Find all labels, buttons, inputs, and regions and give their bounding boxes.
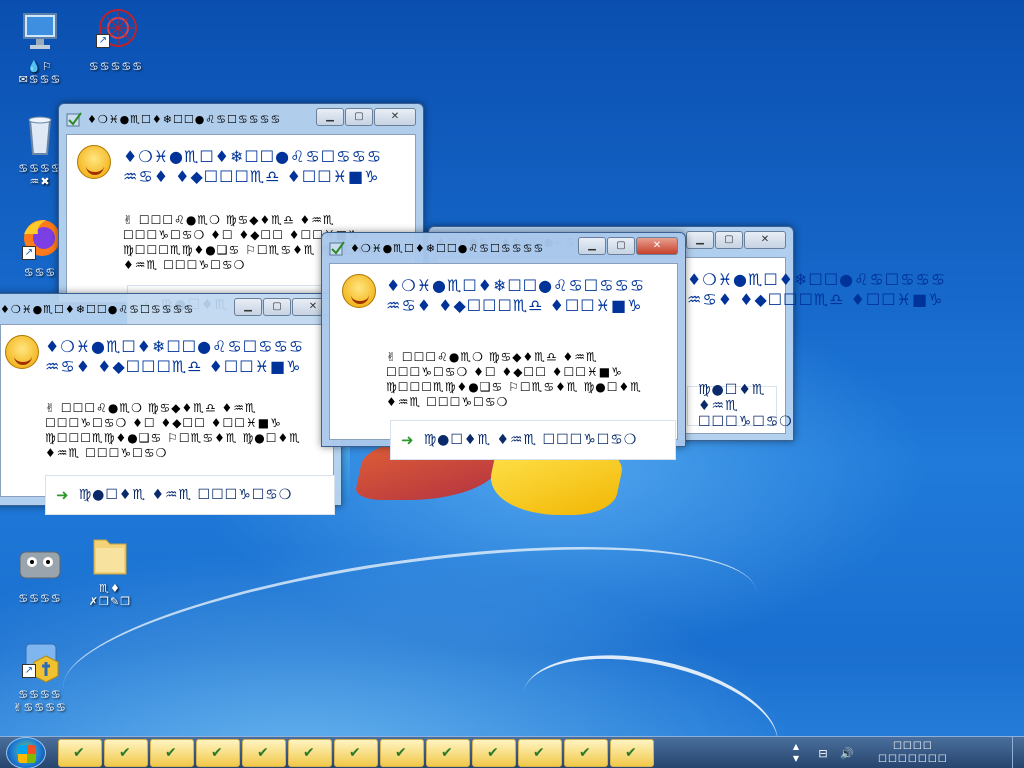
taskbar-window-button[interactable] bbox=[610, 739, 654, 767]
volume-icon[interactable]: 🔊 bbox=[838, 747, 856, 760]
taskbar-window-button[interactable] bbox=[380, 739, 424, 767]
taskbar-window-button[interactable] bbox=[150, 739, 194, 767]
window-title: ♦❍♓●♏☐♦❄☐☐●♌♋☐♋♋♋♋ bbox=[350, 241, 545, 255]
desktop-icon-robot[interactable]: ♋♋♋♋ bbox=[0, 540, 80, 605]
maximize-button[interactable]: ▢ bbox=[345, 108, 373, 126]
emoticon-icon bbox=[77, 145, 111, 179]
desktop-icon-control-panel[interactable]: ↗ ♋♋♋♋ ✌♋♋♋♋ bbox=[0, 636, 80, 714]
taskbar-window-button[interactable] bbox=[472, 739, 516, 767]
close-program-command-link[interactable]: ➜♍●☐♦♏ ♦♒♏ ☐☐☐♑☐♋❍ bbox=[45, 475, 335, 515]
taskbar-window-button[interactable] bbox=[426, 739, 470, 767]
close-program-command-link[interactable]: ♍●☐♦♏ ♦♒♏ ☐☐☐♑☐♋❍ bbox=[687, 382, 792, 430]
close-button[interactable]: ✕ bbox=[374, 108, 416, 126]
maximize-button[interactable]: ▢ bbox=[263, 298, 291, 316]
taskbar-scroll[interactable]: ▲ ▼ bbox=[790, 741, 802, 765]
taskbar-buttons bbox=[58, 739, 656, 767]
dialog-heading: ♦❍♓●♏☐♦❄☐☐●♌♋☐♋♋♋ ♒♋♦ ♦◆☐☐☐♏♎ ♦☐☐♓■♑ bbox=[123, 147, 383, 186]
error-dialog-window-active[interactable]: ♦❍♓●♏☐♦❄☐☐●♌♋☐♋♋♋♋ ▁ ▢ ✕ ♦❍♓●♏☐♦❄☐☐●♌♋☐♋… bbox=[321, 232, 686, 460]
taskbar-window-button[interactable] bbox=[334, 739, 378, 767]
clock[interactable]: ☐☐☐☐ ☐☐☐☐☐☐☐ bbox=[878, 740, 948, 766]
close-program-command-link[interactable]: ➜♍●☐♦♏ ♦♒♏ ☐☐☐♑☐♋❍ bbox=[390, 420, 676, 460]
window-title: ♦❍♓●♏☐♦❄☐☐●♌♋☐♋♋♋♋ bbox=[87, 112, 282, 126]
maximize-button[interactable]: ▢ bbox=[715, 231, 743, 249]
minimize-button[interactable]: ▁ bbox=[686, 231, 714, 249]
close-button[interactable]: ✕ bbox=[636, 237, 678, 255]
dialog-heading: ♦❍♓●♏☐♦❄☐☐●♌♋☐♋♋♋ ♒♋♦ ♦◆☐☐☐♏♎ ♦☐☐♓■♑ bbox=[687, 270, 947, 309]
desktop-icon-label: ♋♋♋♋ ✌♋♋♋♋ bbox=[13, 688, 67, 714]
show-desktop-button[interactable] bbox=[1012, 737, 1024, 768]
desktop-icon-computer[interactable]: 💧⚐ ✉♋♋♋ bbox=[0, 8, 80, 86]
desktop-icon-app[interactable]: ↗ ♋♋♋♋♋ bbox=[76, 8, 156, 73]
dialog-content: ♦❍♓●♏☐♦❄☐☐●♌♋☐♋♋♋ ♒♋♦ ♦◆☐☐☐♏♎ ♦☐☐♓■♑ ✌ ☐☐… bbox=[329, 263, 678, 460]
recycle-bin-icon bbox=[16, 110, 64, 158]
close-button[interactable]: ✕ bbox=[744, 231, 786, 249]
minimize-button[interactable]: ▁ bbox=[578, 237, 606, 255]
emoticon-icon bbox=[5, 335, 39, 369]
app-check-icon bbox=[66, 111, 82, 127]
dialog-heading: ♦❍♓●♏☐♦❄☐☐●♌♋☐♋♋♋ ♒♋♦ ♦◆☐☐☐♏♎ ♦☐☐♓■♑ bbox=[45, 337, 305, 376]
network-icon[interactable]: ⊟ bbox=[814, 747, 832, 760]
desktop-icon-label: ♋♋♋♋♋ bbox=[88, 60, 144, 73]
emoticon-icon bbox=[342, 274, 376, 308]
desktop-icon-label: ♏♦ ✗❒✎❒ bbox=[88, 582, 132, 608]
app-icon: ↗ bbox=[92, 8, 140, 56]
robot-icon bbox=[16, 540, 64, 588]
taskbar: ▲▼ ⊟ 🔊 ☐☐☐☐☐☐☐☐☐☐☐ bbox=[0, 736, 1024, 768]
taskbar-window-button[interactable] bbox=[518, 739, 562, 767]
app-check-icon bbox=[329, 240, 345, 256]
computer-icon bbox=[16, 8, 64, 56]
dialog-message: ✌ ☐☐☐♌●♏❍ ♍♋◆♦♏♎ ♦♒♏ ☐☐☐♑☐♋❍ ♦☐ ♦◆☐☐ ♦☐☐♓… bbox=[45, 401, 301, 460]
system-tray: ⊟ 🔊 ☐☐☐☐ ☐☐☐☐☐☐☐ bbox=[808, 737, 1024, 768]
window-title: ♦❍♓●♏☐♦❄☐☐●♌♋☐♋♋♋♋ bbox=[0, 302, 195, 316]
desktop-icon-label: ♋♋♋♋ bbox=[18, 592, 62, 605]
error-dialog-window[interactable]: ♦❍♓●♏☐♦❄☐☐●♌♋☐♋♋♋♋ ▁ ▢ ✕ ♦❍♓●♏☐♦❄☐☐●♌♋☐♋… bbox=[0, 293, 342, 515]
title-bar[interactable]: ♦❍♓●♏☐♦❄☐☐●♌♋☐♋♋♋♋ ▁ ▢ ✕ bbox=[66, 104, 416, 134]
taskbar-window-button[interactable] bbox=[104, 739, 148, 767]
folder-icon bbox=[86, 530, 134, 578]
maximize-button[interactable]: ▢ bbox=[607, 237, 635, 255]
taskbar-window-button[interactable] bbox=[288, 739, 332, 767]
title-bar[interactable]: ♦❍♓●♏☐♦❄☐☐●♌♋☐♋♋♋♋ ▁ ▢ ✕ bbox=[0, 294, 334, 324]
title-bar[interactable]: ♦❍♓●♏☐♦❄☐☐●♌♋☐♋♋♋♋ ▁ ▢ ✕ bbox=[329, 233, 678, 263]
taskbar-window-button[interactable] bbox=[196, 739, 240, 767]
minimize-button[interactable]: ▁ bbox=[316, 108, 344, 126]
start-button[interactable] bbox=[6, 737, 46, 768]
minimize-button[interactable]: ▁ bbox=[234, 298, 262, 316]
taskbar-window-button[interactable] bbox=[58, 739, 102, 767]
dialog-message: ✌ ☐☐☐♌●♏❍ ♍♋◆♦♏♎ ♦♒♏ ☐☐☐♑☐♋❍ ♦☐ ♦◆☐☐ ♦☐☐♓… bbox=[386, 350, 642, 409]
dialog-content: ♦❍♓●♏☐♦❄☐☐●♌♋☐♋♋♋ ♒♋♦ ♦◆☐☐☐♏♎ ♦☐☐♓■♑ ✌ ☐☐… bbox=[0, 324, 335, 515]
firefox-icon: ↗ bbox=[16, 214, 64, 262]
desktop-icon-folder[interactable]: ♏♦ ✗❒✎❒ bbox=[70, 530, 150, 608]
green-arrow-icon: ➜ bbox=[401, 431, 414, 449]
taskbar-window-button[interactable] bbox=[564, 739, 608, 767]
taskbar-window-button[interactable] bbox=[242, 739, 286, 767]
windows-logo-icon bbox=[18, 745, 36, 763]
dialog-heading: ♦❍♓●♏☐♦❄☐☐●♌♋☐♋♋♋ ♒♋♦ ♦◆☐☐☐♏♎ ♦☐☐♓■♑ bbox=[386, 276, 646, 315]
desktop-icon-label: 💧⚐ ✉♋♋♋ bbox=[18, 60, 62, 86]
green-arrow-icon: ➜ bbox=[56, 486, 69, 504]
control-panel-icon: ↗ bbox=[16, 636, 64, 684]
